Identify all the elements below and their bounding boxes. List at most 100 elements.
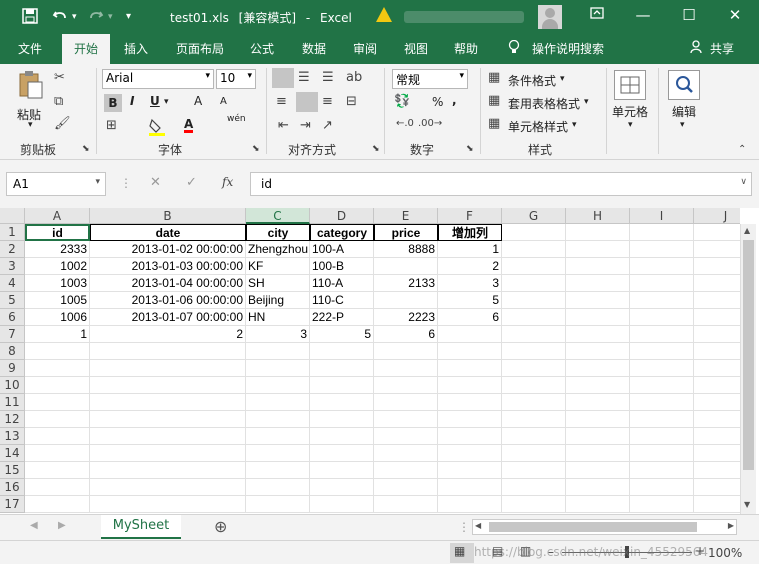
- fill-color-icon[interactable]: [148, 118, 166, 140]
- tab-page-layout[interactable]: 页面布局: [176, 40, 224, 57]
- empty-cell[interactable]: [374, 377, 438, 394]
- chevron-down-icon[interactable]: ▾: [680, 120, 685, 130]
- align-right-icon[interactable]: ≡: [322, 94, 333, 109]
- empty-cell[interactable]: [502, 275, 566, 292]
- chevron-down-icon[interactable]: ▾: [572, 120, 577, 130]
- customize-qa-icon[interactable]: ▾: [126, 11, 131, 22]
- decrease-indent-icon[interactable]: ⇤: [278, 118, 289, 133]
- empty-cell[interactable]: [374, 394, 438, 411]
- tell-me-search[interactable]: 操作说明搜索: [532, 40, 604, 57]
- italic-button[interactable]: I: [130, 94, 134, 108]
- row-header[interactable]: 14: [0, 445, 25, 462]
- empty-cell[interactable]: [310, 360, 374, 377]
- font-launcher-icon[interactable]: ⬊: [252, 144, 260, 154]
- table-cell[interactable]: 6: [438, 309, 502, 326]
- empty-cell[interactable]: [630, 309, 694, 326]
- merge-center-icon[interactable]: ⊟: [346, 94, 357, 109]
- empty-cell[interactable]: [694, 258, 740, 275]
- empty-cell[interactable]: [502, 343, 566, 360]
- empty-cell[interactable]: [694, 309, 740, 326]
- ribbon-display-icon[interactable]: [582, 6, 612, 24]
- empty-cell[interactable]: [310, 394, 374, 411]
- column-header-f[interactable]: F: [438, 208, 502, 224]
- empty-cell[interactable]: [374, 428, 438, 445]
- add-sheet-icon[interactable]: ⊕: [214, 517, 227, 536]
- align-bottom-icon[interactable]: ☰: [322, 70, 334, 85]
- undo-icon[interactable]: [52, 8, 68, 28]
- table-cell[interactable]: Beijing: [246, 292, 310, 309]
- chevron-down-icon[interactable]: ▾: [560, 74, 565, 84]
- column-header-g[interactable]: G: [502, 208, 566, 224]
- share-button[interactable]: 共享: [710, 40, 734, 57]
- column-header-h[interactable]: H: [566, 208, 630, 224]
- formula-bar-splitter-icon[interactable]: ⋮: [120, 176, 132, 190]
- empty-cell[interactable]: [438, 445, 502, 462]
- table-cell[interactable]: 3: [246, 326, 310, 343]
- undo-dropdown-icon[interactable]: ▾: [72, 12, 77, 22]
- empty-cell[interactable]: [566, 309, 630, 326]
- empty-cell[interactable]: [246, 496, 310, 513]
- increase-decimal-icon[interactable]: ←.0: [396, 118, 414, 129]
- table-cell[interactable]: 3: [438, 275, 502, 292]
- empty-cell[interactable]: [630, 479, 694, 496]
- empty-cell[interactable]: [694, 241, 740, 258]
- empty-cell[interactable]: [374, 462, 438, 479]
- column-header-c[interactable]: C: [246, 208, 310, 224]
- empty-cell[interactable]: [502, 394, 566, 411]
- empty-cell[interactable]: [90, 428, 246, 445]
- empty-cell[interactable]: [246, 411, 310, 428]
- shrink-font-button[interactable]: A: [220, 96, 227, 107]
- next-sheet-icon[interactable]: ▶: [58, 520, 66, 531]
- alignment-launcher-icon[interactable]: ⬊: [372, 144, 380, 154]
- row-header[interactable]: 2: [0, 241, 25, 258]
- row-header[interactable]: 3: [0, 258, 25, 275]
- row-header[interactable]: 8: [0, 343, 25, 360]
- horizontal-scroll-thumb[interactable]: [489, 522, 697, 532]
- tab-help[interactable]: 帮助: [454, 40, 478, 57]
- empty-cell[interactable]: [694, 462, 740, 479]
- font-name-select[interactable]: Arial ▾: [102, 69, 214, 89]
- empty-cell[interactable]: [566, 411, 630, 428]
- table-cell[interactable]: [374, 258, 438, 275]
- currency-icon[interactable]: 💱: [394, 94, 410, 109]
- tab-home[interactable]: 开始: [62, 34, 111, 64]
- warning-icon[interactable]: [376, 7, 392, 22]
- empty-cell[interactable]: [694, 275, 740, 292]
- empty-cell[interactable]: [566, 326, 630, 343]
- row-header[interactable]: 10: [0, 377, 25, 394]
- empty-cell[interactable]: [310, 479, 374, 496]
- font-color-button[interactable]: A: [184, 118, 194, 133]
- empty-cell[interactable]: [566, 292, 630, 309]
- empty-cell[interactable]: [630, 496, 694, 513]
- table-cell[interactable]: 2013-01-07 00:00:00: [90, 309, 246, 326]
- table-header-cell[interactable]: date: [90, 224, 246, 241]
- table-cell[interactable]: 100-A: [310, 241, 374, 258]
- empty-cell[interactable]: [310, 343, 374, 360]
- empty-cell[interactable]: [374, 496, 438, 513]
- empty-cell[interactable]: [502, 309, 566, 326]
- empty-cell[interactable]: [374, 479, 438, 496]
- table-cell[interactable]: SH: [246, 275, 310, 292]
- cell-styles-button[interactable]: 单元格样式: [508, 118, 568, 135]
- empty-cell[interactable]: [694, 394, 740, 411]
- empty-cell[interactable]: [694, 326, 740, 343]
- empty-cell[interactable]: [694, 360, 740, 377]
- empty-cell[interactable]: [438, 360, 502, 377]
- empty-cell[interactable]: [25, 394, 90, 411]
- empty-cell[interactable]: [25, 343, 90, 360]
- phonetic-icon[interactable]: wén: [227, 114, 246, 124]
- chevron-down-icon[interactable]: ▾: [628, 120, 633, 130]
- align-top-icon[interactable]: [272, 68, 294, 88]
- formula-input[interactable]: id ∨: [250, 172, 752, 196]
- row-header[interactable]: 4: [0, 275, 25, 292]
- empty-cell[interactable]: [566, 275, 630, 292]
- column-header-d[interactable]: D: [310, 208, 374, 224]
- chevron-down-icon[interactable]: ▾: [584, 97, 589, 107]
- empty-cell[interactable]: [566, 224, 630, 241]
- empty-cell[interactable]: [502, 241, 566, 258]
- empty-cell[interactable]: [246, 462, 310, 479]
- table-cell[interactable]: 6: [374, 326, 438, 343]
- empty-cell[interactable]: [438, 496, 502, 513]
- bold-button[interactable]: B: [104, 94, 122, 112]
- column-header-i[interactable]: I: [630, 208, 694, 224]
